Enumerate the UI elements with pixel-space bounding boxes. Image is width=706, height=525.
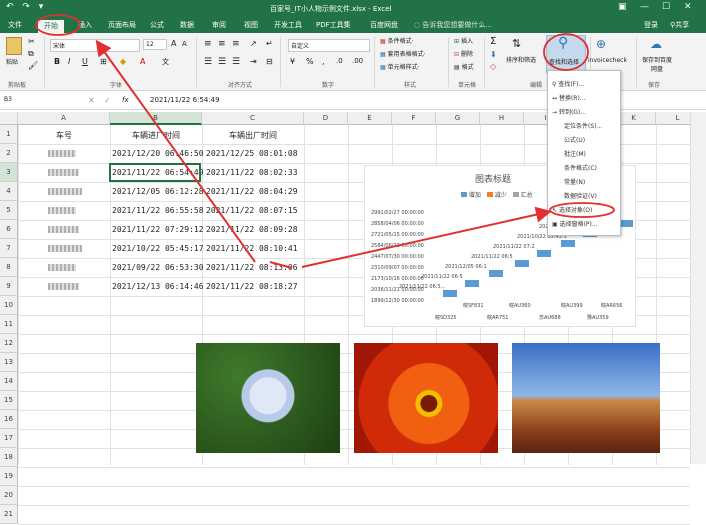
gridline-h — [18, 467, 690, 468]
gridline-h — [18, 505, 690, 506]
gridline-h — [18, 486, 690, 487]
row-header[interactable]: 19 — [0, 467, 18, 486]
annotation-arrow-to-menu — [301, 206, 552, 268]
row-header[interactable]: 21 — [0, 505, 18, 524]
annotation-arrow-to-home — [95, 39, 256, 263]
annotation-overlay — [35, 14, 615, 269]
annotation-circle-find-button — [543, 33, 589, 71]
row-header[interactable]: 20 — [0, 486, 18, 505]
annotation-arrow-stem — [269, 261, 293, 269]
annotation-circle-home-tab — [35, 14, 81, 36]
annotation-circle-select-objects — [549, 202, 615, 218]
